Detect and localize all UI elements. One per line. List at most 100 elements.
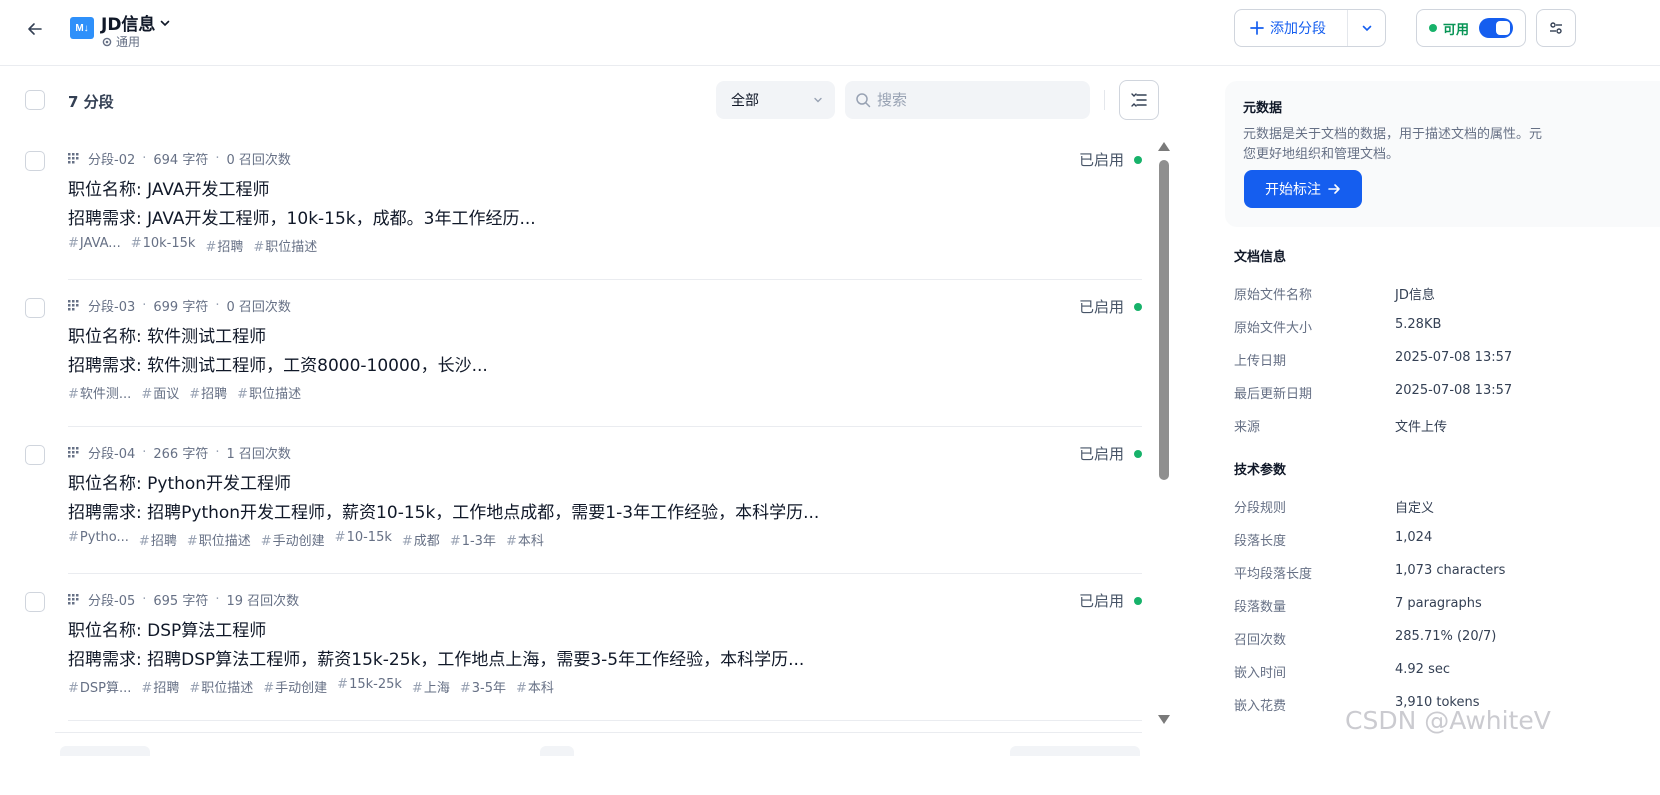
info-value: 2025-07-08 13:57 (1395, 350, 1513, 365)
segment-scrollbar[interactable] (1156, 140, 1172, 726)
meta-separator: · (215, 445, 220, 460)
keyword-tag: 手动创建 (261, 530, 325, 549)
status-dot (1134, 596, 1142, 605)
segment-content: 招聘需求: JAVA开发工程师，10k-15k，成都。3年工作经历... (68, 209, 536, 229)
segment-title: 职位名称: 软件测试工程师 (68, 327, 267, 347)
info-key: 段落长度 (1234, 534, 1287, 549)
segment-char-count: 266 字符 (153, 447, 209, 462)
keyword-tag: 手动创建 (263, 677, 327, 696)
collapse-toggle-button[interactable] (1119, 80, 1159, 120)
segment-char-count: 695 字符 (153, 594, 209, 609)
segment-checkbox[interactable] (25, 445, 45, 465)
segment-recall-count: 0 召回次数 (226, 153, 291, 168)
info-value: 1,073 characters (1395, 563, 1506, 578)
scroll-up-arrow-icon[interactable] (1158, 142, 1170, 151)
pagination-partial (60, 746, 150, 756)
segment-card[interactable]: 分段-02 · 694 字符 · 0 召回次数 已启用 职位名称: JAVA开发… (0, 133, 1160, 280)
add-segment-button[interactable]: 添加分段 (1235, 10, 1348, 46)
segment-checkbox[interactable] (25, 592, 45, 612)
segment-meta: 分段-02 · 694 字符 · 0 召回次数 (68, 149, 291, 168)
tech-params-title: 技术参数 (1234, 463, 1287, 478)
keyword-tag: JAVA... (68, 236, 121, 255)
segment-checkbox[interactable] (25, 151, 45, 171)
info-row: 召回次数 285.71% (20/7) (1234, 629, 1634, 648)
segment-count: 7 分段 (68, 93, 114, 111)
metadata-title: 元数据 (1243, 101, 1283, 116)
info-key: 原始文件名称 (1234, 288, 1313, 303)
info-row: 平均段落长度 1,073 characters (1234, 563, 1634, 582)
info-key: 平均段落长度 (1234, 567, 1313, 582)
start-labeling-label: 开始标注 (1265, 182, 1321, 198)
back-button[interactable] (22, 16, 48, 42)
segment-divider (68, 720, 1142, 721)
segment-id: 分段-03 (88, 300, 136, 315)
info-value: 5.28KB (1395, 317, 1442, 332)
segment-tags: 软件测... 面议招聘职位描述 (68, 383, 301, 402)
segment-status: 已启用 (1079, 590, 1142, 611)
status-filter-select[interactable]: 全部 (716, 81, 835, 119)
scroll-thumb[interactable] (1159, 160, 1169, 480)
keyword-tag: Pytho... (68, 530, 129, 549)
chevron-down-icon (161, 20, 170, 26)
segment-card[interactable]: 分段-04 · 266 字符 · 1 召回次数 已启用 职位名称: Python… (0, 427, 1160, 574)
meta-separator: · (215, 151, 220, 166)
keyword-tag: 成都 (402, 530, 440, 549)
filter-value: 全部 (731, 93, 759, 109)
segment-card[interactable]: 分段-05 · 695 字符 · 19 召回次数 已启用 职位名称: DSP算法… (0, 574, 1160, 721)
segment-status: 已启用 (1079, 443, 1142, 464)
markdown-file-icon: M↓ (70, 17, 94, 39)
meta-separator: · (142, 592, 147, 607)
doc-info-title: 文档信息 (1234, 250, 1287, 265)
segment-meta: 分段-03 · 699 字符 · 0 召回次数 (68, 296, 291, 315)
keyword-tag: 招聘 (205, 236, 243, 255)
select-all-checkbox[interactable] (25, 90, 45, 110)
keyword-tag: 软件测... (68, 383, 131, 402)
list-bottom-divider (55, 732, 1142, 733)
segment-content: 招聘需求: 软件测试工程师，工资8000-10000，长沙... (68, 356, 488, 376)
segment-checkbox[interactable] (25, 298, 45, 318)
segment-meta: 分段-05 · 695 字符 · 19 召回次数 (68, 590, 299, 609)
segment-id: 分段-02 (88, 153, 136, 168)
info-row: 来源 文件上传 (1234, 416, 1634, 435)
keyword-tag: 职位描述 (237, 383, 301, 402)
document-title-dropdown[interactable]: JD信息 (101, 10, 171, 35)
segment-status: 已启用 (1079, 296, 1142, 317)
search-box (845, 81, 1090, 119)
info-value: 285.71% (20/7) (1395, 629, 1497, 644)
meta-separator: · (215, 592, 220, 607)
document-status: 可用 (1416, 9, 1526, 47)
segment-card[interactable]: 分段-03 · 699 字符 · 0 召回次数 已启用 职位名称: 软件测试工程… (0, 280, 1160, 427)
info-row: 最后更新日期 2025-07-08 13:57 (1234, 383, 1634, 402)
metadata-description: 元数据是关于文档的数据，用于描述文档的属性。元 (1243, 127, 1543, 142)
info-value: 4.92 sec (1395, 662, 1450, 677)
sliders-icon (1550, 22, 1562, 34)
add-segment-dropdown[interactable] (1348, 10, 1385, 46)
segment-id: 分段-04 (88, 447, 136, 462)
segment-status-label: 已启用 (1078, 445, 1124, 463)
meta-separator: · (142, 151, 147, 166)
keyword-tag: 招聘 (139, 530, 177, 549)
meta-separator: · (142, 445, 147, 460)
meta-separator: · (142, 298, 147, 313)
enable-toggle[interactable] (1479, 18, 1514, 38)
settings-button[interactable] (1536, 9, 1576, 47)
info-row: 段落长度 1,024 (1234, 530, 1634, 549)
segment-char-count: 694 字符 (153, 153, 209, 168)
start-labeling-button[interactable]: 开始标注 (1244, 170, 1362, 208)
info-value: 自定义 (1395, 501, 1435, 516)
metadata-description-line2: 您更好地组织和管理文档。 (1243, 147, 1400, 162)
info-value: 7 paragraphs (1395, 596, 1482, 611)
arrow-right-icon (1328, 184, 1340, 194)
chevron-down-icon (814, 97, 822, 103)
status-dot (1429, 24, 1437, 32)
document-type-label: 通用 (116, 35, 141, 49)
pagination-partial (1010, 746, 1140, 756)
info-key: 段落数量 (1234, 600, 1287, 615)
keyword-tag: 3-5年 (460, 677, 506, 696)
segment-status-label: 已启用 (1078, 298, 1124, 316)
scroll-down-arrow-icon[interactable] (1158, 715, 1170, 724)
segment-status-label: 已启用 (1078, 592, 1124, 610)
keyword-tag: 职位描述 (189, 677, 253, 696)
search-icon (856, 93, 871, 108)
search-input[interactable] (877, 91, 1077, 109)
